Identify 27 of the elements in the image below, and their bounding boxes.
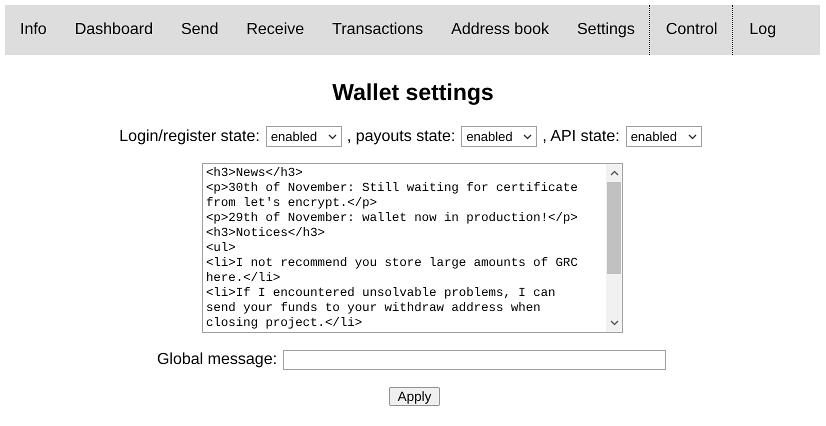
global-message-label: Global message: [156, 351, 278, 369]
news-text-area[interactable]: <h3>News</h3> <p>30th of November: Still waiting for certificate from let's encrypt.</p> <p>29th of November: wallet now in production!</p> <h3>Notices</h3> <ul> <li>I not recommend you store large amounts of GRC here.</li> <li>If I encountered unsolvable problems, I can send your funds to your withdraw address when closing project.</li> [202, 163, 623, 333]
nav-link[interactable]: Transactions [318, 5, 438, 55]
apply-button[interactable]: Apply [388, 387, 440, 406]
global-message-field[interactable] [283, 350, 666, 370]
state-dropdown[interactable]: enabled [461, 126, 538, 147]
nav-link[interactable]: Log [732, 5, 792, 55]
state-label: , payouts state: [346, 128, 456, 146]
scrollbar[interactable] [606, 164, 622, 332]
state-label: , API state: [542, 128, 620, 146]
scroll-down-icon[interactable] [610, 320, 618, 326]
state-dropdown[interactable]: enabled [626, 126, 702, 147]
caret-icon [523, 134, 532, 140]
scroll-thumb[interactable] [607, 182, 621, 274]
caret-icon [688, 134, 697, 140]
scroll-up-icon[interactable] [610, 170, 618, 176]
state-label: Login/register state: [119, 128, 260, 146]
nav-link[interactable]: Info [5, 5, 61, 55]
state-dropdown[interactable]: enabled [266, 126, 342, 147]
nav-link[interactable]: Control [648, 5, 732, 55]
nav-link[interactable]: Address book [437, 5, 563, 55]
nav-link[interactable]: Settings [563, 5, 649, 55]
caret-icon [328, 134, 337, 140]
nav-link[interactable]: Send [166, 5, 232, 55]
nav-link[interactable]: Receive [232, 5, 318, 55]
page-title: Wallet settings [331, 79, 495, 106]
nav-link[interactable]: Dashboard [60, 5, 167, 55]
